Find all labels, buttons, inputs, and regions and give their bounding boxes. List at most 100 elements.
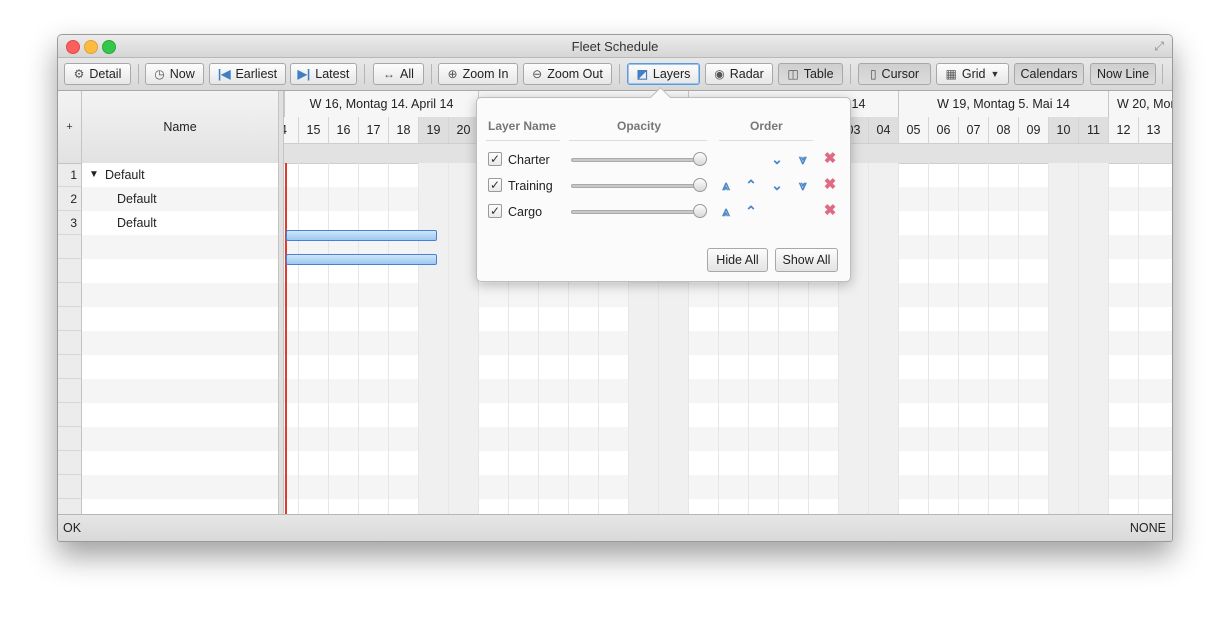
move-up-icon[interactable]: ⌃	[742, 176, 760, 194]
calendars-label: Calendars	[1020, 67, 1078, 81]
hour-header: 09	[1018, 117, 1048, 143]
timeline-column	[1138, 163, 1168, 515]
layer-visible-checkbox[interactable]: ✓	[488, 152, 502, 166]
detail-button[interactable]: ⚙ Detail	[64, 63, 131, 85]
name-column: Name ▼ Default Default Default	[82, 91, 279, 515]
row-name: Default	[105, 168, 145, 182]
delete-layer-icon[interactable]: ✖	[822, 176, 838, 194]
delete-layer-icon[interactable]: ✖	[822, 202, 838, 220]
move-up-icon[interactable]: ⌃	[742, 202, 760, 220]
now-label: Now	[169, 67, 195, 81]
layers-popover: Layer Name Opacity Order ✓ Charter ⌄ ⩔ ✖…	[476, 86, 851, 282]
layer-row: ✓ Cargo ⩓ ⌃ ✖	[477, 201, 850, 223]
title-bar: Fleet Schedule ⤢	[58, 35, 1172, 58]
timeline-column	[898, 163, 928, 515]
table-row	[82, 307, 278, 331]
table-row	[82, 427, 278, 451]
delete-layer-icon[interactable]: ✖	[822, 150, 838, 168]
hour-header: 16	[328, 117, 358, 143]
app-window: Fleet Schedule ⤢ ⚙ Detail ◷ Now |◀ Earli…	[57, 34, 1173, 542]
toolbar-separator	[364, 64, 365, 84]
grid-label: Grid	[961, 67, 986, 81]
timeline-column	[418, 163, 448, 515]
table-button[interactable]: ◫ Table	[778, 63, 843, 85]
timeline-column	[868, 163, 898, 515]
layer-name-header: Layer Name	[488, 119, 557, 133]
week-header: W 19, Montag 5. Mai 14	[898, 91, 1108, 117]
timeline-column	[928, 163, 958, 515]
show-all-button[interactable]: Show All	[775, 248, 838, 272]
table-row[interactable]: Default	[82, 187, 278, 211]
calendars-button[interactable]: Calendars	[1014, 63, 1084, 85]
skip-end-icon: ▶|	[297, 67, 311, 81]
zoom-in-button[interactable]: ⊕ Zoom In	[438, 63, 518, 85]
radar-label: Radar	[729, 67, 764, 81]
hour-header: 05	[898, 117, 928, 143]
move-down-icon[interactable]: ⌄	[768, 150, 786, 168]
row-number-column: + 123	[58, 91, 82, 515]
row-number-header[interactable]: +	[58, 91, 81, 164]
zoom-out-icon: ⊖	[532, 67, 543, 81]
expand-toggle-icon[interactable]: ▼	[89, 163, 99, 187]
now-button[interactable]: ◷ Now	[145, 63, 204, 85]
opacity-slider-thumb[interactable]	[693, 178, 707, 192]
opacity-slider[interactable]	[571, 210, 705, 214]
table-row	[82, 475, 278, 499]
name-column-header[interactable]: Name	[82, 91, 278, 164]
opacity-slider[interactable]	[571, 184, 705, 188]
layer-visible-checkbox[interactable]: ✓	[488, 178, 502, 192]
layer-visible-checkbox[interactable]: ✓	[488, 204, 502, 218]
now-line-button[interactable]: Now Line	[1090, 63, 1156, 85]
row-number	[58, 451, 81, 475]
latest-button[interactable]: ▶| Latest	[290, 63, 357, 85]
hour-header: 13	[1138, 117, 1168, 143]
timeline-column	[958, 163, 988, 515]
move-to-top-icon[interactable]: ⩓	[717, 176, 735, 194]
timeline-column	[1048, 163, 1078, 515]
hour-header: 10	[1048, 117, 1078, 143]
cursor-button[interactable]: ▯ Cursor	[858, 63, 931, 85]
radar-button[interactable]: ◉ Radar	[705, 63, 773, 85]
opacity-slider[interactable]	[571, 158, 705, 162]
window-title: Fleet Schedule	[571, 39, 659, 54]
timeline-column	[988, 163, 1018, 515]
move-to-bottom-icon[interactable]: ⩔	[794, 150, 812, 168]
hour-header: 07	[958, 117, 988, 143]
hour-header: 19	[418, 117, 448, 143]
latest-label: Latest	[315, 67, 350, 81]
hour-header: 18	[388, 117, 418, 143]
row-number: 2	[58, 187, 81, 211]
opacity-header: Opacity	[617, 119, 662, 133]
table-row	[82, 259, 278, 283]
move-down-icon[interactable]: ⌄	[768, 176, 786, 194]
table-row[interactable]: Default	[82, 211, 278, 235]
hour-header: 20	[448, 117, 478, 143]
table-row[interactable]: ▼ Default	[82, 163, 278, 187]
row-number	[58, 427, 81, 451]
all-button[interactable]: ↔ All	[373, 63, 424, 85]
row-name: Default	[117, 192, 157, 206]
zoom-out-button[interactable]: ⊖ Zoom Out	[523, 63, 612, 85]
row-number	[58, 331, 81, 355]
hour-header: 11	[1078, 117, 1108, 143]
opacity-slider-thumb[interactable]	[693, 204, 707, 218]
layers-button[interactable]: ◩ Layers	[627, 63, 700, 85]
layer-name: Training	[508, 179, 553, 193]
week-header: W 16, Montag 14. April 14	[284, 91, 478, 117]
fullscreen-icon[interactable]: ⤢	[1154, 39, 1164, 54]
gear-icon: ⚙	[73, 67, 85, 81]
layer-row: ✓ Training ⩓ ⌃ ⌄ ⩔ ✖	[477, 175, 850, 197]
activity-bar[interactable]	[286, 254, 437, 265]
toolbar-separator	[138, 64, 139, 84]
move-to-top-icon[interactable]: ⩓	[717, 202, 735, 220]
opacity-slider-thumb[interactable]	[693, 152, 707, 166]
row-number	[58, 235, 81, 259]
table-row	[82, 355, 278, 379]
grid-dropdown[interactable]: ▦ Grid ▼	[936, 63, 1009, 85]
hour-header: 12	[1108, 117, 1138, 143]
toolbar-separator	[1162, 64, 1163, 84]
hide-all-button[interactable]: Hide All	[707, 248, 768, 272]
activity-bar[interactable]	[286, 230, 437, 241]
earliest-button[interactable]: |◀ Earliest	[209, 63, 286, 85]
move-to-bottom-icon[interactable]: ⩔	[794, 176, 812, 194]
